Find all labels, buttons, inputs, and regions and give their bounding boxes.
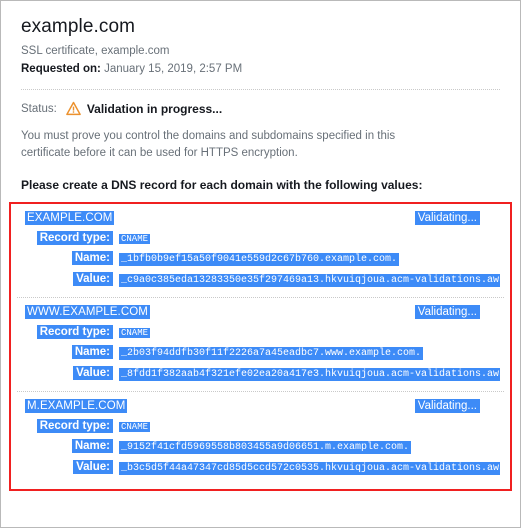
record-name-value[interactable]: _2b03f94ddfb30f11f2226a7a45eadbc7.www.ex… — [119, 347, 424, 360]
record-value-value[interactable]: _8fdd1f382aab4f321efe02ea20a417e3.hkvuiq… — [119, 368, 500, 381]
record-name-value[interactable]: _9152f41cfd5969558b803455a9d06651.m.exam… — [119, 441, 412, 454]
record-status-badge: Validating... — [414, 399, 480, 413]
record-type-value[interactable]: CNAME — [119, 234, 151, 244]
record-status-badge: Validating... — [414, 211, 480, 225]
record-value-line: Value: _c9a0c385eda13283350e35f297469a13.… — [21, 272, 500, 287]
status-text: Validation in progress... — [86, 101, 223, 116]
requested-on-value: January 15, 2019, 2:57 PM — [104, 63, 243, 75]
certificate-subtitle: SSL certificate, example.com — [21, 45, 170, 57]
record-name-line: Name: _2b03f94ddfb30f11f2226a7a45eadbc7.w… — [21, 345, 500, 360]
dns-record-row: WWW.EXAMPLE.COM Validating... Record type:… — [17, 297, 504, 389]
status-section: Status: Validation in progress... You mu… — [1, 90, 520, 193]
record-header: WWW.EXAMPLE.COM Validating... — [21, 305, 500, 319]
dns-instruction: Please create a DNS record for each doma… — [21, 178, 423, 192]
record-domain[interactable]: M.EXAMPLE.COM — [25, 399, 128, 413]
record-value-label: Value: — [73, 366, 113, 380]
record-type-label: Record type: — [36, 419, 113, 433]
record-name-value[interactable]: _1bfb0b9ef15a50f9041e559d2c67b760.exampl… — [119, 253, 400, 266]
certificate-header: example.com SSL certificate, example.com… — [1, 1, 520, 77]
dns-record-row: EXAMPLE.COM Validating... Record type: CNAM… — [17, 208, 504, 295]
record-name-label: Name: — [71, 439, 113, 453]
record-type-line: Record type: CNAME — [21, 325, 500, 339]
requested-on-row: Requested on: January 15, 2019, 2:57 PM — [21, 62, 500, 77]
record-status-badge: Validating... — [414, 305, 480, 319]
requested-on-label: Requested on: — [21, 63, 101, 75]
record-type-value[interactable]: CNAME — [119, 422, 151, 432]
record-value-label: Value: — [73, 460, 113, 474]
status-label: Status: — [21, 102, 57, 115]
record-name-label: Name: — [71, 345, 113, 359]
record-type-value[interactable]: CNAME — [119, 328, 151, 338]
status-description: You must prove you control the domains a… — [21, 130, 396, 159]
page-title: example.com — [21, 16, 136, 37]
record-type-label: Record type: — [36, 325, 113, 339]
dns-record-row: M.EXAMPLE.COM Validating... Record type: CN… — [17, 391, 504, 483]
record-value-label: Value: — [73, 272, 113, 286]
record-value-value[interactable]: _b3c5d5f44a47347cd85d5ccd572c0535.hkvuiq… — [119, 462, 500, 475]
record-name-label: Name: — [71, 251, 113, 265]
record-value-line: Value: _8fdd1f382aab4f321efe02ea20a417e3.… — [21, 366, 500, 381]
record-type-line: Record type: CNAME — [21, 231, 500, 245]
record-domain[interactable]: EXAMPLE.COM — [25, 211, 115, 225]
dns-records-list: EXAMPLE.COM Validating... Record type: CNAM… — [17, 208, 504, 483]
record-name-line: Name: _9152f41cfd5969558b803455a9d06651.m… — [21, 439, 500, 454]
record-type-line: Record type: CNAME — [21, 419, 500, 433]
record-name-line: Name: _1bfb0b9ef15a50f9041e559d2c67b760.e… — [21, 251, 500, 266]
record-type-label: Record type: — [36, 231, 113, 245]
record-header: M.EXAMPLE.COM Validating... — [21, 399, 500, 413]
record-header: EXAMPLE.COM Validating... — [21, 211, 500, 225]
status-row: Status: Validation in progress... — [21, 101, 500, 116]
warning-triangle-icon — [66, 101, 81, 116]
certificate-detail-panel: example.com SSL certificate, example.com… — [0, 0, 521, 528]
record-value-value[interactable]: _c9a0c385eda13283350e35f297469a13.hkvuiq… — [119, 274, 500, 287]
dns-records-annotation-box: EXAMPLE.COM Validating... Record type: CNAM… — [9, 202, 512, 491]
record-domain[interactable]: WWW.EXAMPLE.COM — [25, 305, 150, 319]
record-value-line: Value: _b3c5d5f44a47347cd85d5ccd572c0535.… — [21, 460, 500, 475]
